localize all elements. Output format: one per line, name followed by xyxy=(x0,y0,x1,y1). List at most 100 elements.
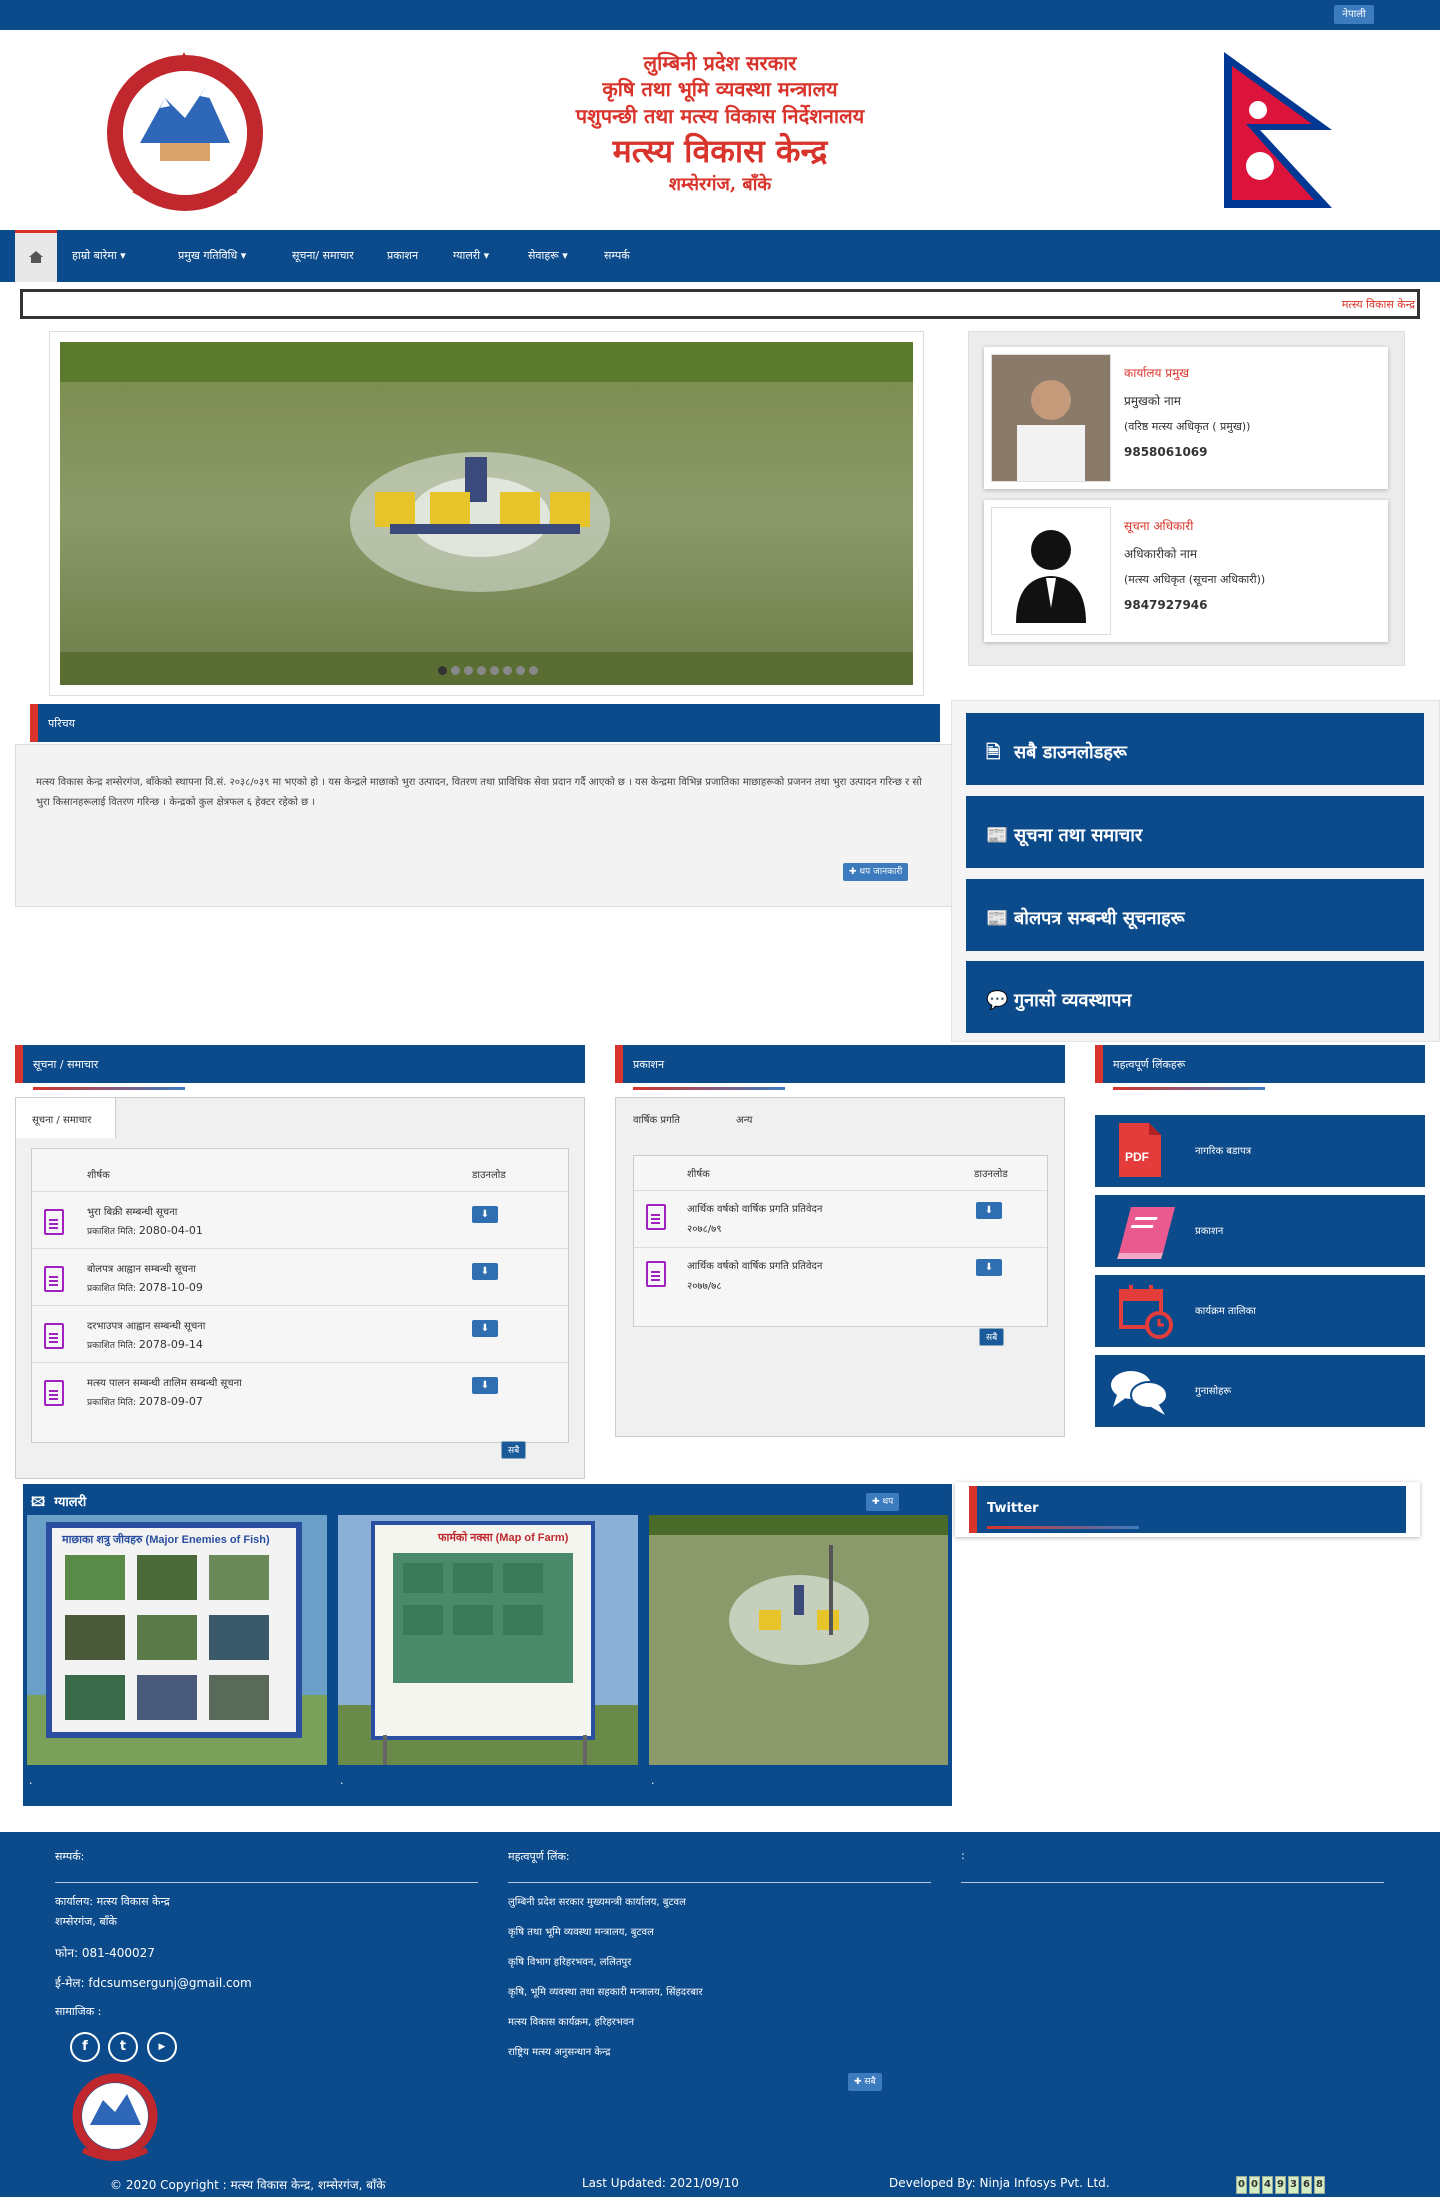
notice-date: प्रकाशित मिति: 2078-09-14 xyxy=(87,1338,203,1351)
about-more-button[interactable]: ✚ थप जानकारी xyxy=(843,863,909,881)
nav-item-services[interactable]: सेवाहरू ▾ xyxy=(528,248,568,263)
slider-dot[interactable] xyxy=(515,666,525,675)
slider-dot[interactable] xyxy=(476,666,486,675)
quick-links-heading: महत्वपूर्ण लिंकहरू xyxy=(1095,1045,1425,1083)
nav-item-news[interactable]: सूचना/ समाचार xyxy=(292,248,354,263)
twitter-icon[interactable]: t xyxy=(108,2032,138,2062)
footer-links-title: महत्वपूर्ण लिंक: xyxy=(508,1850,570,1863)
nav-item-contact[interactable]: सम्पर्क xyxy=(604,248,630,263)
notice-title[interactable]: भुरा बिक्री सम्बन्धी सूचना xyxy=(87,1204,177,1218)
image-icon: 🖾 xyxy=(31,1495,46,1510)
notice-title[interactable]: दरभाउपत्र आह्वान सम्बन्धी सूचना xyxy=(87,1318,205,1332)
staff-role: सूचना अधिकारी xyxy=(1124,519,1194,533)
download-icon[interactable]: ⬇ xyxy=(472,1206,498,1223)
quick-link-charter[interactable]: PDF नागरिक बडापत्र xyxy=(1095,1115,1425,1187)
footer-link[interactable]: कृषि, भूमि व्यवस्था तथा सहकारी मन्त्रालय… xyxy=(508,1984,703,1998)
header-title: मत्स्य विकास केन्द्र xyxy=(612,132,828,170)
site-footer: सम्पर्क: कार्यालय: मत्स्य विकास केन्द्र … xyxy=(0,1832,1440,2197)
counter-digit: 0 xyxy=(1249,2176,1260,2194)
pdf-icon: PDF xyxy=(1119,1123,1161,1177)
staff-position: (मत्स्य अधिकृत (सूचना अधिकारी)) xyxy=(1124,573,1266,586)
document-icon xyxy=(44,1209,64,1235)
download-icon[interactable]: ⬇ xyxy=(976,1202,1002,1219)
gallery-photo-fish-enemies[interactable]: माछाका शत्रु जीवहरु (Major Enemies of Fi… xyxy=(27,1515,327,1765)
slider-dot[interactable] xyxy=(528,666,538,675)
publication-title[interactable]: आर्थिक वर्षको वार्षिक प्रगति प्रतिवेदन xyxy=(687,1201,822,1215)
nav-home[interactable] xyxy=(15,230,57,282)
book-icon xyxy=(1117,1207,1175,1259)
notice-title[interactable]: मत्स्य पालन सम्बन्धी तालिम सम्बन्धी सूचन… xyxy=(87,1375,242,1389)
footer-links-more-button[interactable]: ✚ सबै xyxy=(848,2073,882,2091)
slider-dots xyxy=(50,664,925,678)
header-location: शम्सेरगंज, बाँके xyxy=(668,174,772,195)
grievance-button[interactable]: 💬 गुनासो व्यवस्थापन xyxy=(966,961,1424,1033)
home-icon xyxy=(29,251,43,263)
site-header: लुम्बिनी प्रदेश सरकार कृषि तथा भूमि व्यव… xyxy=(0,30,1440,230)
notices-tab[interactable]: सूचना / समाचार xyxy=(16,1098,116,1138)
quick-link-grievances[interactable]: गुनासोहरू xyxy=(1095,1355,1425,1427)
heading-underline xyxy=(33,1087,185,1090)
publications-heading: प्रकाशन xyxy=(615,1045,1065,1083)
language-toggle-button[interactable]: नेपाली xyxy=(1334,5,1374,24)
footer-link[interactable]: लुम्बिनी प्रदेश सरकार मुख्यमन्त्री कार्य… xyxy=(508,1894,686,1908)
download-icon[interactable]: ⬇ xyxy=(472,1377,498,1394)
tab-annual-progress[interactable]: वार्षिक प्रगति xyxy=(633,1112,680,1126)
footer-last-updated: Last Updated: 2021/09/10 xyxy=(582,2176,739,2190)
slider-dot[interactable] xyxy=(450,666,460,675)
download-icon[interactable]: ⬇ xyxy=(976,1259,1002,1276)
image-slider[interactable] xyxy=(49,331,924,696)
tender-notices-button[interactable]: 📰 बोलपत्र सम्बन्धी सूचनाहरू xyxy=(966,879,1424,951)
tab-other[interactable]: अन्य xyxy=(736,1112,752,1126)
gallery-caption: . xyxy=(340,1774,344,1787)
twitter-panel: Twitter xyxy=(955,1482,1420,1537)
footer-emblem-logo xyxy=(72,2073,158,2161)
slider-dot[interactable] xyxy=(463,666,473,675)
counter-digit: 4 xyxy=(1262,2176,1273,2194)
notice-title[interactable]: बोलपत्र आह्वान सम्बन्धी सूचना xyxy=(87,1261,196,1275)
facebook-icon[interactable]: f xyxy=(70,2032,100,2062)
youtube-icon[interactable]: ▶ xyxy=(147,2032,177,2062)
nav-item-activities[interactable]: प्रमुख गतिविधि ▾ xyxy=(178,248,246,263)
nav-item-gallery[interactable]: ग्यालरी ▾ xyxy=(453,248,489,263)
notices-heading: सूचना / समाचार xyxy=(15,1045,585,1083)
quick-link-calendar[interactable]: कार्यक्रम तालिका xyxy=(1095,1275,1425,1347)
publication-year: २०७७/७८ xyxy=(687,1281,722,1292)
slider-dot[interactable] xyxy=(489,666,499,675)
footer-link[interactable]: राष्ट्रिय मत्स्य अनुसन्धान केन्द्र xyxy=(508,2044,610,2058)
news-button[interactable]: 📰 सूचना तथा समाचार xyxy=(966,796,1424,868)
all-downloads-button[interactable]: 🗎 सबै डाउनलोडहरू xyxy=(966,713,1424,785)
nav-item-publications[interactable]: प्रकाशन xyxy=(387,248,418,263)
gallery-caption: . xyxy=(29,1774,33,1787)
staff-photo xyxy=(991,354,1111,482)
ticker-text[interactable]: मत्स्य विकास केन्द्र xyxy=(1342,297,1415,312)
heading-underline xyxy=(987,1526,1139,1529)
quick-link-publications[interactable]: प्रकाशन xyxy=(1095,1195,1425,1267)
counter-digit: 3 xyxy=(1288,2176,1299,2194)
notices-all-button[interactable]: सबै xyxy=(501,1441,527,1459)
heading-underline xyxy=(633,1087,785,1090)
main-nav: हाम्रो बारेमा ▾ प्रमुख गतिविधि ▾ सूचना/ … xyxy=(0,230,1440,282)
nepal-emblem-logo[interactable] xyxy=(100,48,270,218)
slider-dot[interactable] xyxy=(437,666,447,675)
publication-title[interactable]: आर्थिक वर्षको वार्षिक प्रगति प्रतिवेदन xyxy=(687,1258,822,1272)
gallery-photo-farm-map[interactable]: फार्मको नक्सा (Map of Farm) xyxy=(338,1515,638,1765)
nepal-flag-image xyxy=(1224,52,1332,208)
footer-developer[interactable]: Developed By: Ninja Infosys Pvt. Ltd. xyxy=(889,2176,1110,2190)
gallery-more-button[interactable]: ✚ थप xyxy=(866,1493,900,1511)
slider-dot[interactable] xyxy=(502,666,512,675)
gallery-heading: 🖾 ग्यालरी xyxy=(31,1495,87,1510)
footer-link[interactable]: मत्स्य विकास कार्यक्रम, हरिहरभवन xyxy=(508,2014,634,2028)
download-icon[interactable]: ⬇ xyxy=(472,1320,498,1337)
document-icon xyxy=(44,1266,64,1292)
staff-phone: 9847927946 xyxy=(1124,598,1208,612)
news-ticker[interactable]: मत्स्य विकास केन्द्र xyxy=(20,289,1420,319)
gallery-photo-aerator[interactable] xyxy=(649,1515,948,1765)
footer-email[interactable]: ई-मेल: fdcsumsergunj@gmail.com xyxy=(55,1974,252,1991)
staff-photo-placeholder xyxy=(991,507,1111,635)
publications-all-button[interactable]: सबै xyxy=(979,1328,1005,1346)
footer-link[interactable]: कृषि विभाग हरिहरभवन, ललितपुर xyxy=(508,1954,631,1968)
download-icon[interactable]: ⬇ xyxy=(472,1263,498,1280)
nav-item-about[interactable]: हाम्रो बारेमा ▾ xyxy=(72,248,126,263)
footer-office-line-1: कार्यालय: मत्स्य विकास केन्द्र xyxy=(55,1895,170,1908)
footer-link[interactable]: कृषि तथा भूमि व्यवस्था मन्त्रालय, बुटवल xyxy=(508,1924,654,1938)
